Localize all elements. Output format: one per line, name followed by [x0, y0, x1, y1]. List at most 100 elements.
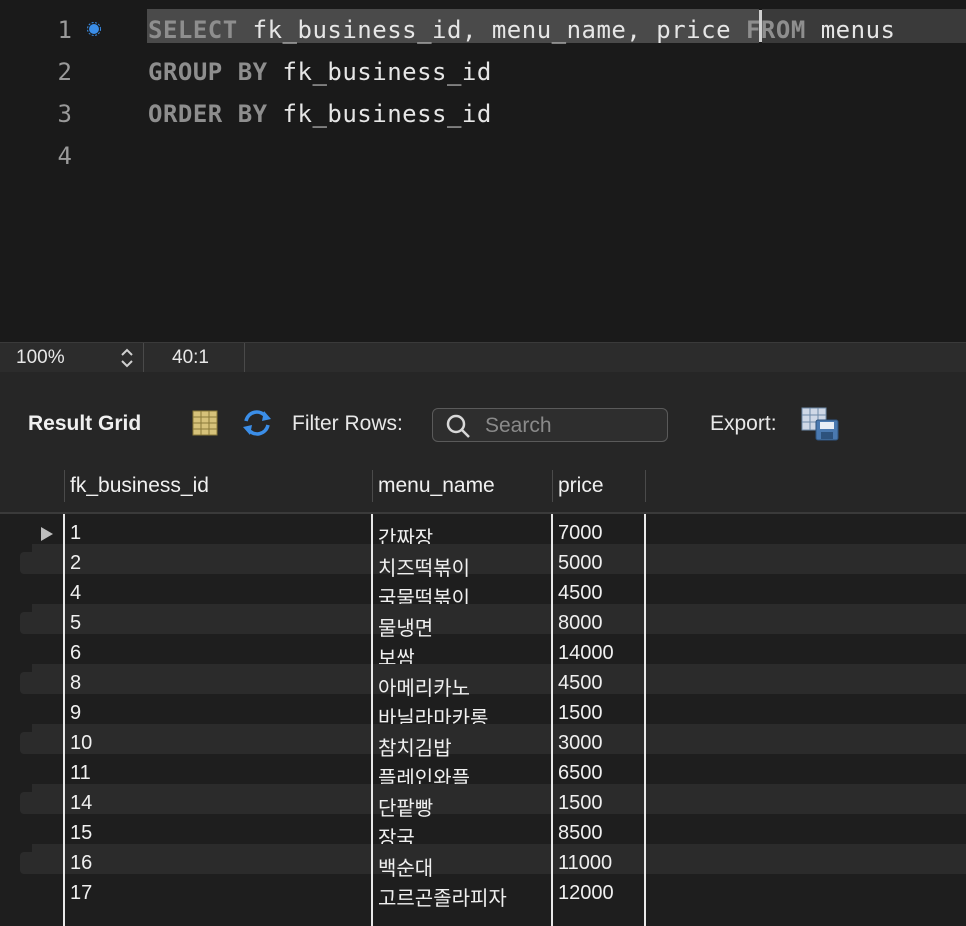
- execution-marker-icon[interactable]: [87, 22, 101, 36]
- cell-price[interactable]: 6500: [558, 762, 603, 785]
- result-grid[interactable]: fk_business_id menu_name price 1 간짜장 7000 2…: [0, 456, 966, 926]
- row-background: [32, 754, 966, 784]
- status-divider: [244, 343, 245, 373]
- refresh-icon[interactable]: [240, 408, 274, 438]
- cell-price[interactable]: 4500: [558, 672, 603, 695]
- cell-price[interactable]: 8000: [558, 612, 603, 635]
- table-row[interactable]: 11 플레인와플 6500: [0, 754, 966, 790]
- current-row-arrow-icon: [41, 527, 53, 541]
- row-background: [32, 544, 966, 574]
- row-background: [32, 814, 966, 844]
- filter-search-field[interactable]: [432, 408, 668, 442]
- cell-fk-business-id[interactable]: 9: [70, 702, 81, 725]
- column-header-menu-name[interactable]: menu_name: [378, 474, 495, 498]
- table-row[interactable]: 10 참치김밥 3000: [0, 724, 966, 760]
- table-row[interactable]: 1 간짜장 7000: [0, 514, 966, 550]
- cell-fk-business-id[interactable]: 15: [70, 822, 92, 845]
- cell-menu-name[interactable]: 고르곤졸라피자: [378, 882, 507, 911]
- filter-rows-label: Filter Rows:: [292, 412, 403, 435]
- sql-keyword: FROM: [731, 16, 806, 44]
- table-row[interactable]: 5 물냉면 8000: [0, 604, 966, 640]
- cell-price[interactable]: 14000: [558, 642, 614, 665]
- table-row[interactable]: 15 장국 8500: [0, 814, 966, 850]
- cell-fk-business-id[interactable]: 4: [70, 582, 81, 605]
- column-separator: [64, 470, 65, 502]
- row-background: [32, 694, 966, 724]
- search-input[interactable]: [483, 413, 657, 439]
- code-text: ORDER BY fk_business_id: [148, 100, 492, 128]
- cell-fk-business-id[interactable]: 6: [70, 642, 81, 665]
- grid-header: fk_business_id menu_name price: [0, 456, 966, 514]
- zoom-stepper-icon[interactable]: [118, 345, 136, 371]
- export-label: Export:: [710, 412, 777, 435]
- sql-identifier: fk_business_id: [267, 58, 492, 86]
- cell-price[interactable]: 11000: [558, 852, 612, 875]
- column-separator[interactable]: [552, 470, 553, 502]
- sql-keyword: GROUP BY: [148, 58, 268, 86]
- cell-price[interactable]: 1500: [558, 792, 603, 815]
- status-divider: [143, 343, 144, 373]
- sql-identifier: fk_business_id, menu_name, price: [237, 16, 732, 44]
- table-row[interactable]: 14 단팥빵 1500: [0, 784, 966, 820]
- row-selector[interactable]: [20, 552, 32, 574]
- column-header-fk-business-id[interactable]: fk_business_id: [70, 474, 209, 498]
- row-selector[interactable]: [20, 612, 32, 634]
- editor-status-bar: 100% 40:1: [0, 342, 966, 373]
- row-background: [32, 844, 966, 874]
- code-line-3[interactable]: 3 ORDER BY fk_business_id: [0, 94, 966, 136]
- code-text: SELECT fk_business_id, menu_name, price …: [148, 16, 895, 44]
- cell-fk-business-id[interactable]: 5: [70, 612, 81, 635]
- table-row[interactable]: 4 국물떡볶이 4500: [0, 574, 966, 610]
- result-toolbar: Result Grid Filter Rows: Export:: [0, 372, 966, 456]
- search-icon: [446, 414, 470, 438]
- cell-price[interactable]: 8500: [558, 822, 603, 845]
- column-separator[interactable]: [372, 470, 373, 502]
- cell-fk-business-id[interactable]: 17: [70, 882, 92, 905]
- cell-price[interactable]: 7000: [558, 522, 603, 545]
- cell-fk-business-id[interactable]: 1: [70, 522, 81, 545]
- sql-identifier: menus: [805, 16, 896, 44]
- line-number: 2: [57, 58, 72, 86]
- table-row[interactable]: 6 보쌈 14000: [0, 634, 966, 670]
- row-background: [32, 514, 966, 544]
- cell-fk-business-id[interactable]: 11: [70, 762, 91, 785]
- zoom-level[interactable]: 100%: [16, 347, 65, 369]
- code-line-1[interactable]: 1 SELECT fk_business_id, menu_name, pric…: [0, 10, 966, 52]
- cell-price[interactable]: 1500: [558, 702, 603, 725]
- table-row[interactable]: 8 아메리카노 4500: [0, 664, 966, 700]
- code-line-2[interactable]: 2 GROUP BY fk_business_id: [0, 52, 966, 94]
- sql-identifier: fk_business_id: [267, 100, 492, 128]
- export-icon[interactable]: [800, 406, 840, 442]
- result-grid-label[interactable]: Result Grid: [28, 412, 141, 436]
- line-number: 3: [57, 100, 72, 128]
- column-gridline: [644, 514, 646, 926]
- grid-view-icon[interactable]: [192, 410, 218, 436]
- line-number: 1: [57, 16, 72, 44]
- code-text: GROUP BY fk_business_id: [148, 58, 492, 86]
- table-row[interactable]: 2 치즈떡볶이 5000: [0, 544, 966, 580]
- row-selector[interactable]: [20, 672, 32, 694]
- column-separator[interactable]: [645, 470, 646, 502]
- column-gridline: [551, 514, 553, 926]
- row-selector[interactable]: [20, 732, 32, 754]
- cell-fk-business-id[interactable]: 16: [70, 852, 92, 875]
- row-selector[interactable]: [20, 792, 32, 814]
- table-row[interactable]: 17 고르곤졸라피자 12000: [0, 874, 966, 910]
- code-line-4[interactable]: 4: [0, 136, 966, 178]
- cell-fk-business-id[interactable]: 14: [70, 792, 92, 815]
- sql-editor[interactable]: 1 SELECT fk_business_id, menu_name, pric…: [0, 0, 966, 342]
- table-row[interactable]: 9 바닐라마카롱 1500: [0, 694, 966, 730]
- table-row[interactable]: 16 백순대 11000: [0, 844, 966, 880]
- cell-price[interactable]: 12000: [558, 882, 614, 905]
- sql-keyword: SELECT: [148, 16, 238, 44]
- row-background: [32, 604, 966, 634]
- cell-price[interactable]: 5000: [558, 552, 603, 575]
- cell-fk-business-id[interactable]: 10: [70, 732, 92, 755]
- cell-price[interactable]: 4500: [558, 582, 603, 605]
- cell-fk-business-id[interactable]: 2: [70, 552, 81, 575]
- cell-fk-business-id[interactable]: 8: [70, 672, 81, 695]
- row-selector[interactable]: [20, 852, 32, 874]
- column-header-price[interactable]: price: [558, 474, 604, 498]
- row-background: [32, 574, 966, 604]
- cell-price[interactable]: 3000: [558, 732, 603, 755]
